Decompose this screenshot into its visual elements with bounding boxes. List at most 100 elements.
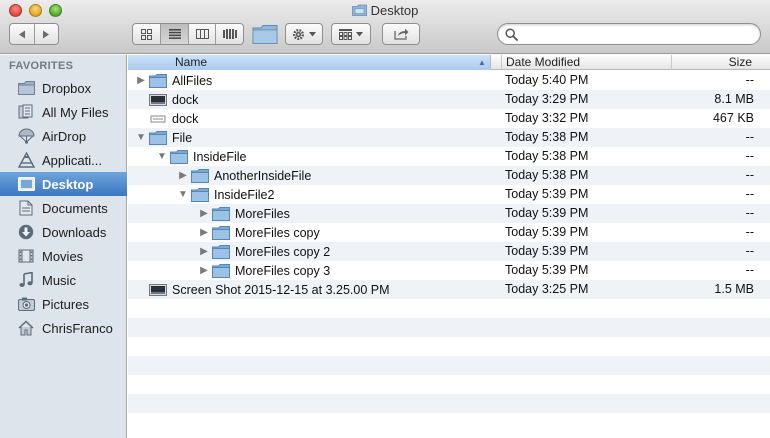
- name-cell: Screen Shot 2015-12-15 at 3.25.00 PM: [135, 280, 390, 299]
- sidebar: FAVORITES Dropbox All My Files AirDrop Appl…: [0, 55, 127, 438]
- movies-icon: [17, 248, 35, 264]
- table-row[interactable]: Screen Shot 2015-12-15 at 3.25.00 PM Toda…: [128, 280, 770, 299]
- table-row[interactable]: ▼ File Today 5:38 PM --: [128, 128, 770, 147]
- table-row[interactable]: dock Today 3:29 PM 8.1 MB: [128, 90, 770, 109]
- empty-row: [128, 318, 770, 337]
- sidebar-item-documents[interactable]: Documents: [0, 196, 127, 220]
- file-size: --: [745, 244, 754, 258]
- music-icon: [17, 272, 35, 288]
- disclosure-triangle-expanded-icon[interactable]: ▼: [177, 185, 189, 204]
- icon-view-button[interactable]: [133, 24, 160, 44]
- column-header-date[interactable]: Date Modified: [501, 55, 671, 70]
- file-name: MoreFiles copy 3: [235, 263, 331, 278]
- file-name: InsideFile: [193, 149, 247, 164]
- file-size: --: [745, 263, 754, 277]
- sidebar-item-label: Desktop: [42, 176, 94, 192]
- folder-icon: [149, 73, 167, 88]
- sidebar-item-movies[interactable]: Movies: [0, 244, 127, 268]
- image-file-icon: [149, 283, 167, 297]
- file-size: --: [745, 130, 754, 144]
- column-header-name[interactable]: Name: [128, 55, 491, 70]
- new-folder-icon[interactable]: [252, 24, 278, 45]
- search-field[interactable]: [497, 23, 761, 45]
- back-arrow-icon: [18, 30, 25, 38]
- back-button[interactable]: [10, 24, 34, 44]
- desktop-folder-icon: [351, 4, 367, 16]
- column-view-button[interactable]: [187, 24, 216, 44]
- folder-icon: [212, 263, 230, 278]
- table-row[interactable]: ▶ MoreFiles copy Today 5:39 PM --: [128, 223, 770, 242]
- sidebar-item-dropbox[interactable]: Dropbox: [0, 76, 127, 100]
- image-file-icon: [149, 93, 167, 107]
- action-menu-button[interactable]: [285, 23, 323, 45]
- file-size: --: [745, 149, 754, 163]
- sort-ascending-icon: ▲: [478, 58, 486, 67]
- date-modified: Today 3:32 PM: [505, 111, 589, 125]
- sidebar-header-favorites: FAVORITES: [9, 60, 74, 72]
- arrange-icon: [339, 28, 352, 40]
- pictures-icon: [17, 296, 35, 312]
- name-cell: ▶ AnotherInsideFile: [177, 166, 311, 185]
- sidebar-item-downloads[interactable]: Downloads: [0, 220, 127, 244]
- sidebar-item-pictures[interactable]: Pictures: [0, 292, 127, 316]
- date-modified: Today 5:38 PM: [505, 168, 589, 182]
- disclosure-triangle-collapsed-icon[interactable]: ▶: [198, 261, 210, 280]
- downloads-icon: [17, 224, 35, 240]
- view-mode-group: [132, 23, 244, 45]
- share-button[interactable]: [382, 23, 420, 45]
- list-view-button[interactable]: [160, 24, 188, 44]
- sidebar-item-chrisfranco[interactable]: ChrisFranco: [0, 316, 127, 340]
- search-input[interactable]: [522, 26, 752, 42]
- table-row[interactable]: ▶ AllFiles Today 5:40 PM --: [128, 71, 770, 90]
- file-size: 8.1 MB: [714, 92, 754, 106]
- table-row[interactable]: ▶ MoreFiles copy 3 Today 5:39 PM --: [128, 261, 770, 280]
- file-name: InsideFile2: [214, 187, 275, 202]
- date-modified: Today 5:39 PM: [505, 225, 589, 239]
- sidebar-item-all-my-files[interactable]: All My Files: [0, 100, 127, 124]
- disclosure-triangle-expanded-icon[interactable]: ▼: [135, 128, 147, 147]
- date-modified: Today 5:40 PM: [505, 73, 589, 87]
- disclosure-triangle-collapsed-icon[interactable]: ▶: [198, 242, 210, 261]
- table-row[interactable]: ▶ AnotherInsideFile Today 5:38 PM --: [128, 166, 770, 185]
- disclosure-triangle-collapsed-icon[interactable]: ▶: [135, 71, 147, 90]
- name-cell: ▼ InsideFile2: [177, 185, 274, 204]
- icon-view-icon: [141, 28, 153, 40]
- file-name: AnotherInsideFile: [214, 168, 312, 183]
- column-header-size[interactable]: Size: [671, 55, 770, 70]
- sidebar-item-label: Music: [42, 272, 76, 288]
- empty-row: [128, 394, 770, 413]
- file-size: 467 KB: [712, 111, 754, 125]
- sidebar-item-airdrop[interactable]: AirDrop: [0, 124, 127, 148]
- file-size: --: [745, 206, 754, 220]
- file-name: File: [172, 130, 193, 145]
- sidebar-item-label: AirDrop: [42, 128, 87, 144]
- coverflow-view-button[interactable]: [215, 24, 243, 44]
- document-file-icon: [149, 112, 167, 126]
- folder-icon: [212, 244, 230, 259]
- disclosure-triangle-expanded-icon[interactable]: ▼: [156, 147, 168, 166]
- empty-row: [128, 375, 770, 394]
- disclosure-triangle-collapsed-icon[interactable]: ▶: [177, 166, 189, 185]
- file-name: dock: [172, 92, 199, 107]
- table-row[interactable]: ▼ InsideFile Today 5:38 PM --: [128, 147, 770, 166]
- sidebar-item-label: ChrisFranco: [42, 320, 113, 336]
- column-header: Name ▲ Date Modified Size: [128, 55, 770, 70]
- empty-row: [128, 356, 770, 375]
- sidebar-item-desktop[interactable]: Desktop: [0, 172, 127, 196]
- sidebar-item-music[interactable]: Music: [0, 268, 127, 292]
- disclosure-triangle-collapsed-icon[interactable]: ▶: [198, 223, 210, 242]
- name-cell: dock: [135, 109, 198, 128]
- table-row[interactable]: ▶ MoreFiles Today 5:39 PM --: [128, 204, 770, 223]
- arrange-menu-button[interactable]: [331, 23, 371, 45]
- sidebar-item-applicati[interactable]: Applicati...: [0, 148, 127, 172]
- list-view-icon: [168, 29, 181, 39]
- sidebar-item-label: Applicati...: [42, 152, 102, 168]
- table-row[interactable]: dock Today 3:32 PM 467 KB: [128, 109, 770, 128]
- table-row[interactable]: ▼ InsideFile2 Today 5:39 PM --: [128, 185, 770, 204]
- forward-button[interactable]: [33, 24, 58, 44]
- disclosure-triangle-collapsed-icon[interactable]: ▶: [198, 204, 210, 223]
- name-cell: ▶ MoreFiles: [198, 204, 290, 223]
- table-row[interactable]: ▶ MoreFiles copy 2 Today 5:39 PM --: [128, 242, 770, 261]
